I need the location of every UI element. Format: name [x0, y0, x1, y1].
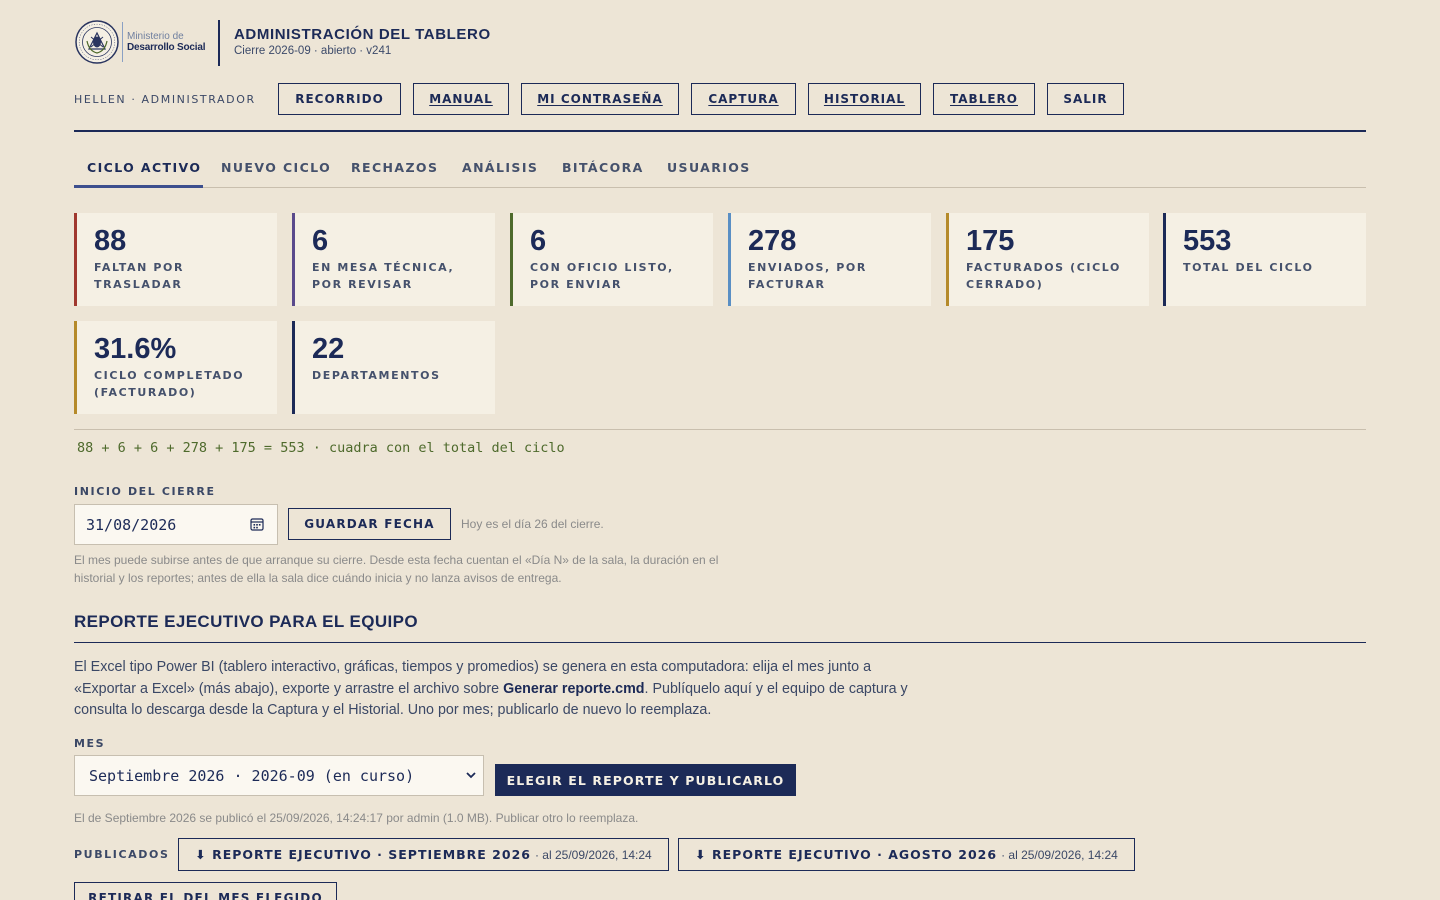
- stat-value: 553: [1183, 225, 1232, 257]
- mes-select[interactable]: Septiembre 2026 · 2026-09 (en curso): [74, 755, 484, 796]
- stat-label: CON OFICIO LISTO, POR ENVIAR: [530, 261, 674, 291]
- tab-bar: CICLO ACTIVO NUEVO CICLO RECHAZOS ANÁLIS…: [74, 150, 1366, 188]
- page-title: ADMINISTRACIÓN DEL TABLERO: [234, 26, 491, 43]
- stat-value: 31.6%: [94, 333, 177, 365]
- stat-value: 22: [312, 333, 345, 365]
- stat-card-departamentos: 22 DEPARTAMENTOS: [292, 321, 495, 414]
- mi-contrasena-button[interactable]: MI CONTRASEÑA: [521, 83, 679, 115]
- reporte-desc-line2c: . Publíquelo aquí y el equipo de captura…: [644, 680, 908, 697]
- reporte-description: El Excel tipo Power BI (tablero interact…: [74, 657, 944, 722]
- stat-label: EN MESA TÉCNICA, POR REVISAR: [312, 261, 455, 291]
- logo-line2: Desarrollo Social: [127, 42, 206, 53]
- stat-label: TOTAL DEL CICLO: [1183, 261, 1314, 274]
- cierre-label: INICIO DEL CIERRE: [74, 485, 216, 498]
- stat-value: 6: [312, 225, 329, 257]
- tab-ciclo-activo[interactable]: CICLO ACTIVO: [87, 160, 201, 175]
- download-label: ⬇ REPORTE EJECUTIVO · AGOSTO 2026: [695, 847, 998, 862]
- header-divider: [218, 20, 220, 66]
- tab-usuarios[interactable]: USUARIOS: [667, 160, 751, 175]
- publicados-label: PUBLICADOS: [74, 848, 170, 861]
- stat-value: 88: [94, 225, 127, 257]
- stat-card-faltan: 88 FALTAN POR TRASLADAR: [74, 213, 277, 306]
- tab-nuevo-ciclo[interactable]: NUEVO CICLO: [221, 160, 331, 175]
- manual-button[interactable]: MANUAL: [413, 83, 509, 115]
- generar-reporte-cmd: Generar reporte.cmd: [503, 680, 645, 697]
- stat-card-facturados: 175 FACTURADOS (CICLO CERRADO): [946, 213, 1149, 306]
- user-role: HELLEN · ADMINISTRADOR: [74, 93, 256, 106]
- download-meta: · al 25/09/2026, 14:24: [1001, 847, 1118, 862]
- published-note: El de Septiembre 2026 se publicó el 25/0…: [74, 811, 639, 825]
- stat-label: FALTAN POR TRASLADAR: [94, 261, 185, 291]
- reporte-desc-line2a: «Exportar a Excel» (más abajo), exporte …: [74, 680, 504, 697]
- seal-icon: [75, 20, 119, 64]
- tablero-button[interactable]: TABLERO: [933, 83, 1035, 115]
- reporte-desc-line1: El Excel tipo Power BI (tablero interact…: [74, 659, 872, 675]
- today-hint: Hoy es el día 26 del cierre.: [461, 517, 604, 531]
- stat-card-mesa-tecnica: 6 EN MESA TÉCNICA, POR REVISAR: [292, 213, 495, 306]
- header-rule: [74, 130, 1366, 132]
- download-label: ⬇ REPORTE EJECUTIVO · SEPTIEMBRE 2026: [195, 847, 531, 862]
- stat-label: DEPARTAMENTOS: [312, 369, 441, 382]
- stats-divider: [74, 429, 1366, 430]
- reporte-desc-line3: consulta lo descarga desde la Captura y …: [74, 702, 712, 718]
- stat-card-completado: 31.6% CICLO COMPLETADO (FACTURADO): [74, 321, 277, 414]
- cierre-date-value: 31/08/2026: [86, 516, 177, 534]
- chevron-down-icon: [466, 772, 476, 779]
- stat-label: CICLO COMPLETADO (FACTURADO): [94, 369, 245, 399]
- tab-analisis[interactable]: ANÁLISIS: [462, 160, 538, 175]
- calendar-icon[interactable]: [250, 517, 264, 531]
- mes-label: MES: [74, 737, 106, 750]
- salir-button[interactable]: SALIR: [1047, 83, 1124, 115]
- captura-button[interactable]: CAPTURA: [691, 83, 796, 115]
- recorrido-button[interactable]: RECORRIDO: [278, 83, 401, 115]
- top-nav: HELLEN · ADMINISTRADOR RECORRIDO MANUAL …: [74, 82, 1366, 116]
- stat-label: ENVIADOS, POR FACTURAR: [748, 261, 867, 291]
- guardar-fecha-button[interactable]: GUARDAR FECHA: [288, 508, 451, 540]
- reporte-rule: [74, 642, 1366, 643]
- cierre-note-line1: El mes puede subirse antes de que arranq…: [74, 553, 719, 567]
- page-header: Ministerio de Desarrollo Social ADMINIST…: [74, 18, 674, 66]
- mes-selected-value: Septiembre 2026 · 2026-09 (en curso): [89, 767, 415, 785]
- stat-label: FACTURADOS (CICLO CERRADO): [966, 261, 1121, 291]
- logo-line1: Ministerio de: [127, 31, 184, 42]
- ministry-logo: Ministerio de Desarrollo Social: [74, 18, 206, 66]
- stat-value: 6: [530, 225, 547, 257]
- stat-card-oficio-listo: 6 CON OFICIO LISTO, POR ENVIAR: [510, 213, 713, 306]
- reporte-title: REPORTE EJECUTIVO PARA EL EQUIPO: [74, 612, 419, 631]
- download-reporte-agosto[interactable]: ⬇ REPORTE EJECUTIVO · AGOSTO 2026 · al 2…: [678, 838, 1135, 871]
- stat-card-enviados: 278 ENVIADOS, POR FACTURAR: [728, 213, 931, 306]
- download-meta: · al 25/09/2026, 14:24: [534, 847, 652, 862]
- cierre-note-line2: historial y los reportes; antes de ella …: [74, 571, 562, 585]
- cierre-date-input[interactable]: 31/08/2026: [74, 504, 278, 545]
- active-tab-indicator: [74, 185, 203, 188]
- totals-check: 88 + 6 + 6 + 278 + 175 = 553 · cuadra co…: [77, 440, 565, 456]
- publicar-reporte-button[interactable]: ELEGIR EL REPORTE Y PUBLICARLO: [495, 764, 796, 796]
- reporte-desc-line2: «Exportar a Excel» (más abajo), exporte …: [74, 679, 944, 701]
- stat-value: 278: [748, 225, 797, 257]
- tab-rechazos[interactable]: RECHAZOS: [351, 160, 438, 175]
- retirar-reporte-button[interactable]: RETIRAR EL DEL MES ELEGIDO: [74, 882, 337, 900]
- page-subtitle: Cierre 2026-09 · abierto · v241: [234, 45, 392, 57]
- stat-value: 175: [966, 225, 1015, 257]
- tab-bitacora[interactable]: BITÁCORA: [562, 160, 644, 175]
- historial-button[interactable]: HISTORIAL: [808, 83, 921, 115]
- download-reporte-septiembre[interactable]: ⬇ REPORTE EJECUTIVO · SEPTIEMBRE 2026 · …: [178, 838, 669, 871]
- stat-card-total: 553 TOTAL DEL CICLO: [1163, 213, 1366, 306]
